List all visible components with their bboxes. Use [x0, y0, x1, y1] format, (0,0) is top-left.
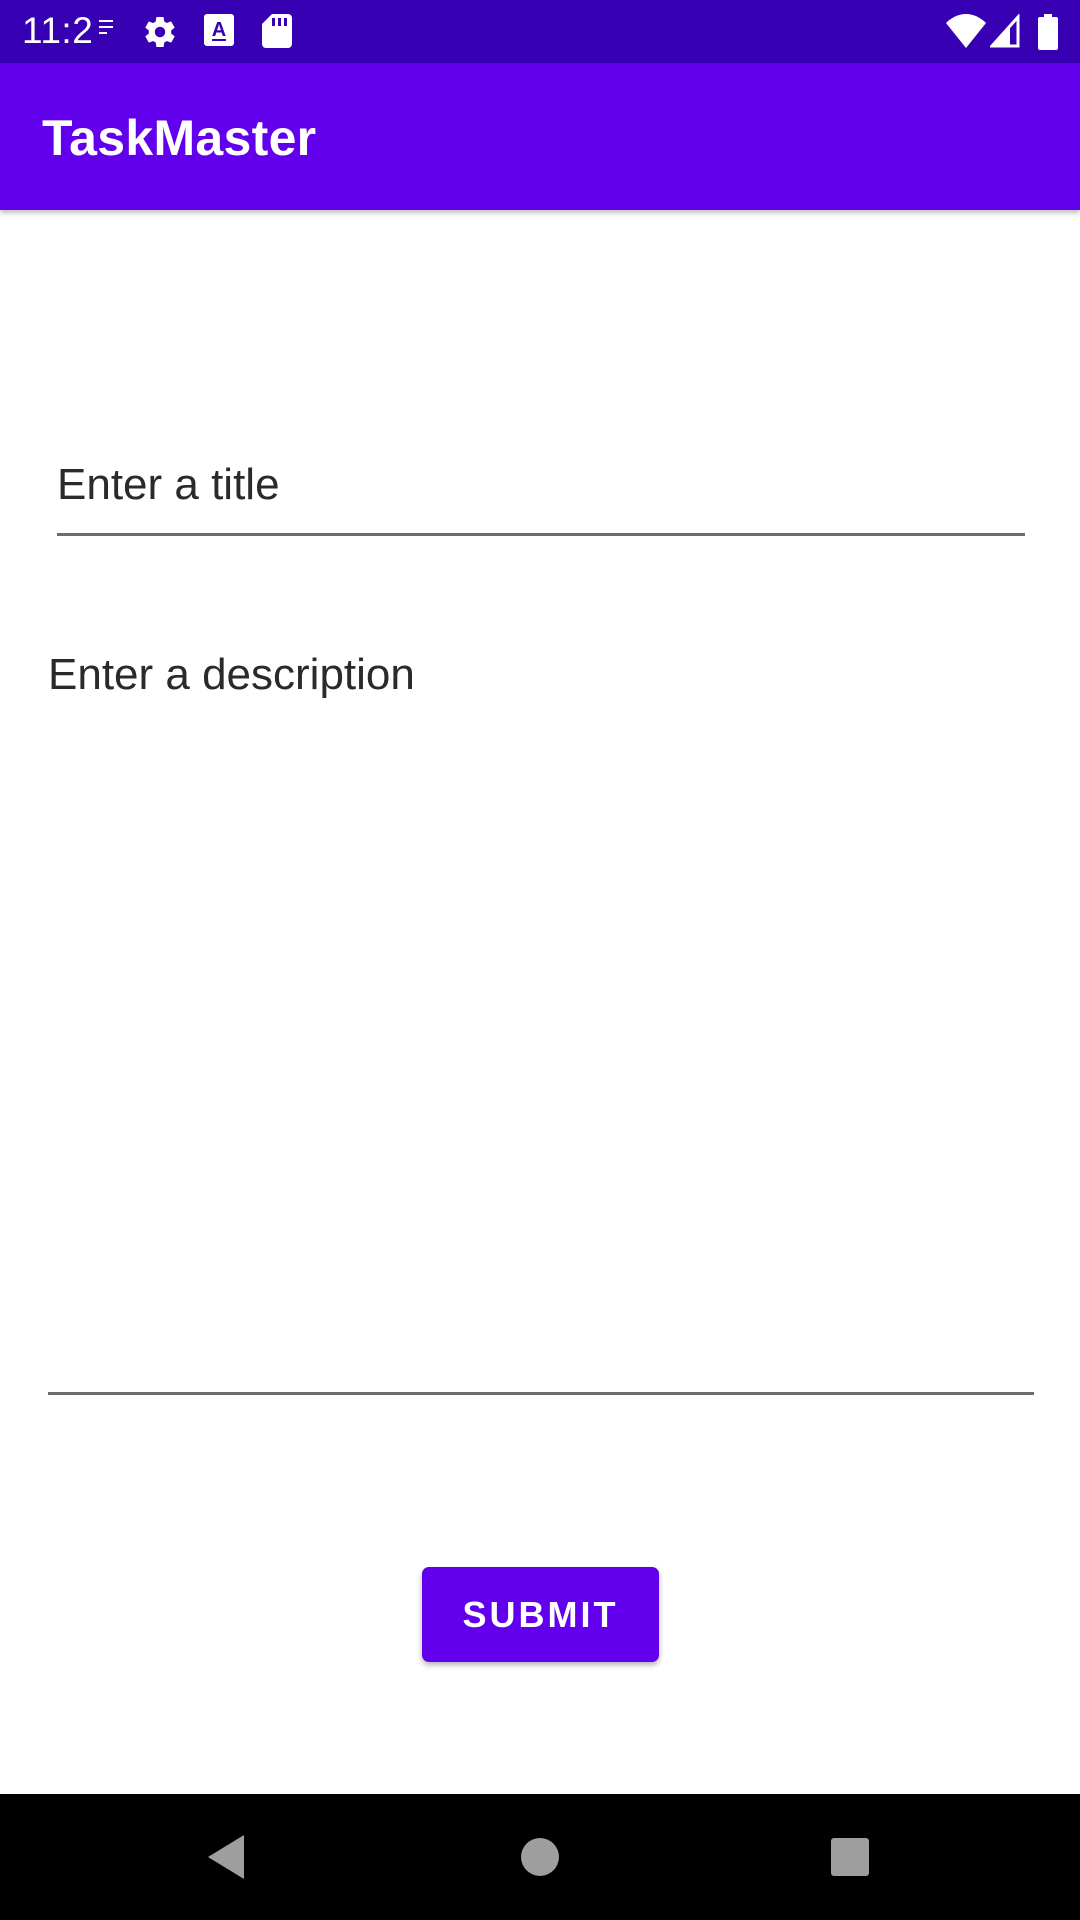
sd-card-icon: [262, 14, 292, 48]
app-title: TaskMaster: [42, 110, 317, 166]
status-time: 11:2: [22, 10, 94, 51]
navigation-bar: [0, 1794, 1080, 1920]
app-bar: TaskMaster: [0, 63, 1080, 210]
svg-text:A: A: [212, 19, 226, 41]
cell-signal-icon: [990, 14, 1020, 48]
wifi-icon: [946, 14, 986, 48]
status-bar: 11:2 A: [0, 0, 1080, 63]
font-a-icon: A: [204, 14, 234, 46]
battery-icon: [1038, 14, 1058, 50]
notification-dots-icon: [99, 20, 113, 34]
recents-icon[interactable]: [814, 1821, 886, 1893]
description-input[interactable]: [48, 650, 1034, 1395]
home-icon[interactable]: [504, 1821, 576, 1893]
back-icon[interactable]: [190, 1821, 262, 1893]
submit-button[interactable]: SUBMIT: [422, 1567, 659, 1662]
settings-gear-icon: [145, 17, 175, 48]
title-input[interactable]: [57, 450, 1025, 536]
